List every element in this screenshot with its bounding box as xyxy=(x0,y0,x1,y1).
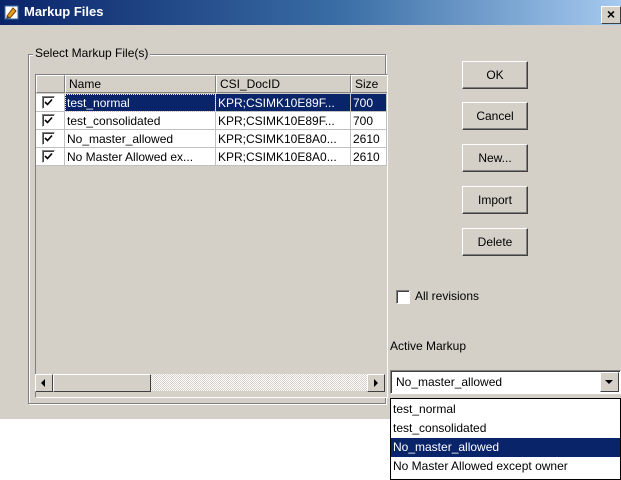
checkmark-icon xyxy=(44,152,53,160)
combo-dropdown-button[interactable] xyxy=(600,372,619,392)
cell-size[interactable]: 700 xyxy=(351,112,387,130)
all-revisions-label[interactable]: All revisions xyxy=(415,289,479,303)
close-button[interactable]: × xyxy=(601,6,621,24)
cell-name[interactable]: test_normal xyxy=(65,94,216,112)
import-button[interactable]: Import xyxy=(462,186,528,214)
checkmark-icon xyxy=(44,98,53,106)
scroll-left-button[interactable] xyxy=(35,374,53,392)
header-name[interactable]: Name xyxy=(65,75,216,93)
table-row[interactable]: test_normal KPR;CSIMK10E89F... 700 xyxy=(36,94,387,112)
checkmark-icon xyxy=(44,134,53,142)
cell-docid[interactable]: KPR;CSIMK10E8A0... xyxy=(216,130,351,148)
app-icon xyxy=(4,5,19,20)
table-row[interactable]: test_consolidated KPR;CSIMK10E89F... 700 xyxy=(36,112,387,130)
table-row[interactable]: No_master_allowed KPR;CSIMK10E8A0... 261… xyxy=(36,130,387,148)
check-cell[interactable] xyxy=(36,112,65,130)
arrow-right-icon xyxy=(374,379,378,387)
row-checkbox[interactable] xyxy=(42,132,55,145)
chevron-down-icon xyxy=(605,380,613,384)
all-revisions-checkbox[interactable] xyxy=(396,290,410,304)
cell-name[interactable]: test_consolidated xyxy=(65,112,216,130)
row-checkbox[interactable] xyxy=(42,114,55,127)
active-markup-combobox[interactable]: No_master_allowed xyxy=(390,370,621,394)
cell-size[interactable]: 2610 xyxy=(351,148,387,166)
dropdown-option[interactable]: test_consolidated xyxy=(391,419,620,438)
title-bar[interactable]: Markup Files × xyxy=(0,0,621,25)
row-checkbox[interactable] xyxy=(42,96,55,109)
header-size[interactable]: Size xyxy=(351,75,387,93)
row-checkbox[interactable] xyxy=(42,150,55,163)
dropdown-option[interactable]: No Master Allowed except owner xyxy=(391,457,620,476)
cell-name[interactable]: No Master Allowed ex... xyxy=(65,148,216,166)
checkmark-icon xyxy=(44,116,53,124)
scroll-thumb[interactable] xyxy=(53,374,151,392)
cancel-button[interactable]: Cancel xyxy=(462,102,528,130)
combo-selected-value: No_master_allowed xyxy=(396,375,503,389)
cell-docid[interactable]: KPR;CSIMK10E89F... xyxy=(216,94,351,112)
check-cell[interactable] xyxy=(36,148,65,166)
horizontal-scrollbar[interactable] xyxy=(35,374,385,392)
cell-docid[interactable]: KPR;CSIMK10E8A0... xyxy=(216,148,351,166)
header-check-column[interactable] xyxy=(36,75,65,93)
markup-files-list[interactable]: Name CSI_DocID Size test_normal KPR;CSIM… xyxy=(35,74,388,398)
arrow-left-icon xyxy=(41,379,45,387)
cell-size[interactable]: 2610 xyxy=(351,130,387,148)
ok-button[interactable]: OK xyxy=(462,61,528,89)
check-cell[interactable] xyxy=(36,94,65,112)
check-cell[interactable] xyxy=(36,130,65,148)
window-title: Markup Files xyxy=(24,4,104,19)
dropdown-option-selected[interactable]: No_master_allowed xyxy=(391,438,620,457)
markup-files-dialog: Markup Files × Select Markup File(s) Nam… xyxy=(0,0,621,419)
scroll-right-button[interactable] xyxy=(367,374,385,392)
dropdown-option[interactable]: test_normal xyxy=(391,400,620,419)
delete-button[interactable]: Delete xyxy=(462,228,528,256)
list-header: Name CSI_DocID Size xyxy=(36,75,387,93)
table-row[interactable]: No Master Allowed ex... KPR;CSIMK10E8A0.… xyxy=(36,148,387,166)
new-button[interactable]: New... xyxy=(462,144,528,172)
cell-size[interactable]: 700 xyxy=(351,94,387,112)
cell-docid[interactable]: KPR;CSIMK10E89F... xyxy=(216,112,351,130)
header-csi-docid[interactable]: CSI_DocID xyxy=(216,75,351,93)
active-markup-dropdown-list[interactable]: test_normal test_consolidated No_master_… xyxy=(390,398,621,480)
cell-name[interactable]: No_master_allowed xyxy=(65,130,216,148)
group-label: Select Markup File(s) xyxy=(33,46,151,60)
active-markup-label: Active Markup xyxy=(390,339,467,353)
